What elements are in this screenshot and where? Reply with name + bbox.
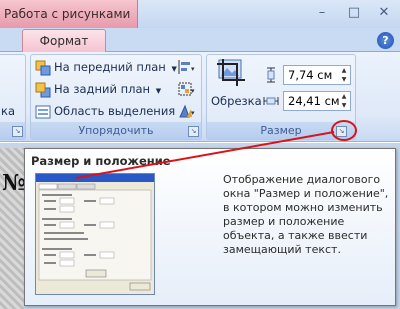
callout-line [75, 131, 335, 179]
